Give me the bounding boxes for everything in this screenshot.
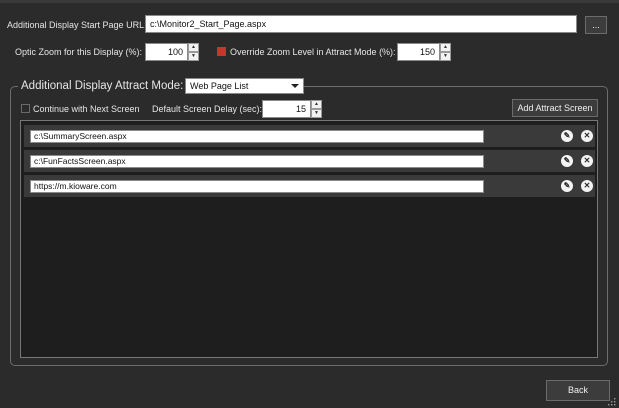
chevron-down-icon	[291, 84, 299, 88]
list-item[interactable]: c:\FunFactsScreen.aspx ✎ ✕	[24, 150, 595, 172]
close-circle-icon[interactable]: ✕	[581, 130, 593, 142]
screen-delay-label: Default Screen Delay (sec):	[152, 104, 263, 114]
list-item[interactable]: https://m.kioware.com ✎ ✕	[24, 175, 595, 197]
optic-zoom-input[interactable]: 100	[145, 43, 188, 61]
pencil-icon[interactable]: ✎	[561, 180, 573, 192]
continue-next-screen-checkbox[interactable]	[21, 104, 30, 113]
attract-screens-list[interactable]: c:\SummaryScreen.aspx ✎ ✕ c:\FunFactsScr…	[20, 120, 598, 358]
optic-zoom-stepper[interactable]: ▲ ▼	[188, 43, 199, 61]
override-zoom-stepper[interactable]: ▲ ▼	[440, 43, 451, 61]
override-zoom-label: Override Zoom Level in Attract Mode (%):	[230, 47, 396, 57]
start-page-label: Additional Display Start Page URL:	[7, 20, 147, 30]
pencil-icon[interactable]: ✎	[561, 130, 573, 142]
optic-zoom-label: Optic Zoom for this Display (%):	[15, 47, 143, 57]
close-circle-icon[interactable]: ✕	[581, 155, 593, 167]
screen-delay-stepper[interactable]: ▲ ▼	[311, 100, 322, 118]
stepper-down-icon[interactable]: ▼	[188, 52, 199, 61]
resize-grip-icon[interactable]	[608, 398, 616, 406]
screen-url-input[interactable]: c:\FunFactsScreen.aspx	[30, 155, 484, 168]
add-attract-screen-button[interactable]: Add Attract Screen	[512, 99, 598, 117]
screen-delay-input[interactable]: 15	[262, 100, 311, 118]
list-item[interactable]: c:\SummaryScreen.aspx ✎ ✕	[24, 125, 595, 147]
screen-url-input[interactable]: c:\SummaryScreen.aspx	[30, 130, 484, 143]
stepper-up-icon[interactable]: ▲	[440, 43, 451, 52]
stepper-up-icon[interactable]: ▲	[188, 43, 199, 52]
override-zoom-input[interactable]: 150	[397, 43, 440, 61]
continue-next-screen-label: Continue with Next Screen	[33, 104, 140, 114]
attract-mode-value: Web Page List	[190, 81, 249, 91]
pencil-icon[interactable]: ✎	[561, 155, 573, 167]
screen-url-input[interactable]: https://m.kioware.com	[30, 180, 484, 193]
start-page-url-input[interactable]: c:\Monitor2_Start_Page.aspx	[145, 15, 577, 33]
stepper-up-icon[interactable]: ▲	[311, 100, 322, 109]
stepper-down-icon[interactable]: ▼	[440, 52, 451, 61]
override-zoom-checkbox[interactable]	[217, 47, 226, 56]
attract-mode-label: Additional Display Attract Mode:	[18, 79, 187, 93]
stepper-down-icon[interactable]: ▼	[311, 109, 322, 118]
back-button[interactable]: Back	[546, 380, 610, 401]
close-circle-icon[interactable]: ✕	[581, 180, 593, 192]
top-border	[0, 0, 619, 3]
attract-mode-select[interactable]: Web Page List	[185, 78, 304, 94]
browse-button[interactable]: ...	[585, 16, 607, 34]
